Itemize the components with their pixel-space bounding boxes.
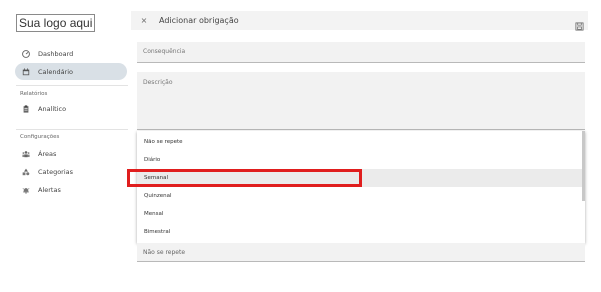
- description-label: Descrição: [143, 79, 173, 86]
- alerts-icon: [21, 185, 30, 194]
- section-title-settings: Configurações: [20, 134, 60, 140]
- option-nao-se-repete[interactable]: Não se repete: [137, 133, 585, 151]
- save-icon[interactable]: [575, 16, 584, 31]
- sidebar-item-label: Áreas: [38, 149, 57, 158]
- dashboard-icon: [21, 49, 30, 58]
- sidebar-item-label: Calendário: [38, 67, 74, 76]
- divider: [16, 85, 128, 86]
- option-quinzenal[interactable]: Quinzenal: [137, 187, 585, 205]
- sidebar-item-calendar[interactable]: Calendário: [15, 63, 127, 80]
- sidebar-item-categories[interactable]: Categorias: [15, 163, 127, 180]
- divider: [16, 129, 128, 130]
- clipboard-icon: [21, 104, 30, 113]
- sidebar: Sua logo aqui Dashboard Calendário Relat…: [10, 8, 130, 264]
- close-button[interactable]: ×: [139, 16, 149, 25]
- sidebar-item-label: Dashboard: [38, 49, 74, 58]
- recurrence-dropdown: Não se repete Diário Semanal Quinzenal M…: [137, 131, 585, 243]
- highlight-box: [127, 169, 362, 187]
- description-field[interactable]: Descrição: [137, 72, 585, 130]
- areas-icon: [21, 149, 30, 158]
- sidebar-item-dashboard[interactable]: Dashboard: [15, 45, 127, 62]
- dropdown-scrollbar[interactable]: [582, 131, 585, 201]
- page-title: Adicionar obrigação: [159, 16, 239, 25]
- app: Sua logo aqui Dashboard Calendário Relat…: [0, 0, 601, 292]
- sidebar-item-label: Alertas: [38, 185, 61, 194]
- consequence-label: Consequência: [143, 48, 186, 55]
- sidebar-item-areas[interactable]: Áreas: [15, 145, 127, 162]
- logo: Sua logo aqui: [16, 14, 96, 32]
- sidebar-item-analytic[interactable]: Analítico: [15, 100, 127, 117]
- sidebar-item-alerts[interactable]: Alertas: [15, 181, 127, 198]
- sidebar-item-label: Categorias: [38, 167, 74, 176]
- option-bimestral[interactable]: Bimestral: [137, 223, 585, 241]
- categories-icon: [21, 167, 30, 176]
- consequence-field[interactable]: Consequência: [137, 42, 585, 63]
- sidebar-item-label: Analítico: [38, 104, 67, 113]
- recurrence-select[interactable]: Não se repete: [137, 243, 585, 262]
- option-diario[interactable]: Diário: [137, 151, 585, 169]
- section-title-reports: Relatórios: [20, 91, 48, 97]
- calendar-icon: [21, 67, 30, 76]
- dialog-header: × Adicionar obrigação: [131, 11, 588, 31]
- option-mensal[interactable]: Mensal: [137, 205, 585, 223]
